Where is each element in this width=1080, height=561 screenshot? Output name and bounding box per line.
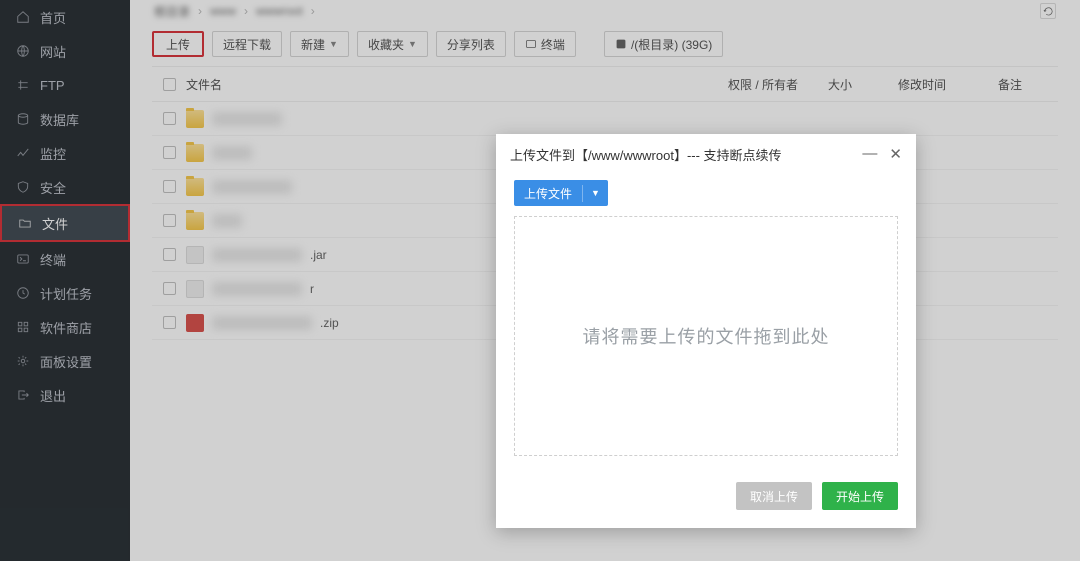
button-label: 上传文件: [514, 185, 583, 202]
dropzone-hint: 请将需要上传的文件拖到此处: [583, 323, 830, 349]
modal-title: 上传文件到【/www/wwwroot】--- 支持断点续传: [510, 145, 782, 164]
modal-footer: 取消上传 开始上传: [496, 470, 916, 528]
start-upload-button[interactable]: 开始上传: [822, 482, 898, 510]
button-label: 开始上传: [836, 490, 884, 504]
close-icon[interactable]: ✕: [889, 145, 902, 163]
modal-body: 上传文件 ▼ 请将需要上传的文件拖到此处: [496, 174, 916, 470]
modal-header: 上传文件到【/www/wwwroot】--- 支持断点续传 — ✕: [496, 134, 916, 174]
caret-down-icon[interactable]: ▼: [583, 188, 608, 198]
upload-modal: 上传文件到【/www/wwwroot】--- 支持断点续传 — ✕ 上传文件 ▼…: [496, 134, 916, 528]
button-label: 取消上传: [750, 490, 798, 504]
cancel-upload-button[interactable]: 取消上传: [736, 482, 812, 510]
dropzone[interactable]: 请将需要上传的文件拖到此处: [514, 216, 898, 456]
minimize-icon[interactable]: —: [862, 145, 877, 163]
choose-file-button[interactable]: 上传文件 ▼: [514, 180, 608, 206]
